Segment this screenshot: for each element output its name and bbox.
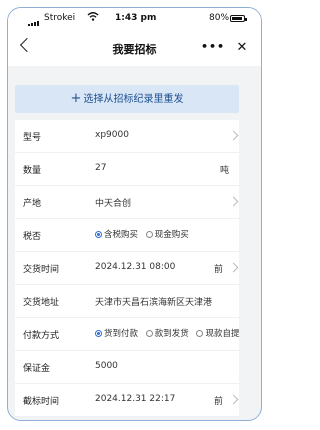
- chevron-right-icon: [228, 130, 239, 141]
- reselect-from-history-button[interactable]: + 选择从招标纪录里重发: [15, 85, 239, 113]
- battery-icon: [230, 15, 247, 22]
- radio-label: 货到付款: [104, 329, 139, 339]
- radio-unchecked-icon: [196, 330, 204, 337]
- quantity-input[interactable]: 27: [95, 163, 106, 173]
- wifi-icon: [87, 11, 99, 25]
- origin-value: 中天合创: [95, 199, 132, 209]
- tax-option-cash[interactable]: 现金购买: [145, 228, 189, 240]
- payment-option-cash-pickup[interactable]: 现款自提: [196, 327, 239, 339]
- deadline-row[interactable]: 截标时间 2024.12.31 22:17 前: [15, 384, 239, 417]
- radio-checked-icon: [95, 330, 102, 337]
- close-icon[interactable]: ✕: [230, 37, 254, 59]
- radio-unchecked-icon: [145, 231, 153, 238]
- deposit-label: 保证金: [23, 364, 51, 374]
- delivery-address-input[interactable]: 天津市天昌石滨海新区天津港: [95, 295, 212, 308]
- deadline-value: 2024.12.31 22:17: [95, 394, 176, 404]
- tax-option-included[interactable]: 含税购买: [95, 228, 138, 240]
- radio-label: 现金购买: [154, 230, 189, 240]
- model-label: 型号: [23, 133, 42, 143]
- nav-bar: 我要招标 ••• ✕: [8, 30, 261, 66]
- payment-option-prepay[interactable]: 款到发货: [145, 327, 189, 339]
- payment-label: 付款方式: [23, 331, 60, 341]
- payment-row: 付款方式 货到付款 款到发货 现款自提: [15, 318, 239, 351]
- delivery-time-suffix: 前: [214, 265, 224, 275]
- delivery-time-label: 交货时间: [23, 265, 60, 275]
- chevron-right-icon: [228, 394, 239, 405]
- carrier-name: Strokei: [44, 13, 76, 23]
- tax-row: 税否 含税购买 现金购买: [15, 219, 239, 252]
- radio-label: 款到发货: [154, 329, 189, 339]
- origin-label: 产地: [23, 199, 42, 209]
- radio-label: 含税购买: [104, 230, 139, 240]
- chevron-right-icon: [228, 196, 239, 207]
- status-bar: Strokei 1:43 pm 80%: [8, 8, 261, 30]
- radio-checked-icon: [95, 231, 102, 238]
- model-row[interactable]: 型号 xp9000: [15, 120, 239, 153]
- quantity-label: 数量: [23, 166, 42, 176]
- delivery-time-value: 2024.12.31 08:00: [95, 262, 176, 272]
- quantity-unit: 吨: [220, 166, 230, 176]
- more-icon[interactable]: •••: [200, 37, 226, 59]
- quantity-row: 数量 27 吨: [15, 153, 239, 186]
- delivery-address-label: 交货地址: [23, 298, 60, 308]
- deposit-input[interactable]: 5000: [95, 361, 118, 371]
- radio-unchecked-icon: [145, 330, 153, 337]
- tax-label: 税否: [23, 232, 42, 242]
- deadline-label: 截标时间: [23, 397, 60, 407]
- radio-label: 现款自提: [205, 329, 240, 339]
- chevron-right-icon: [228, 262, 239, 273]
- deposit-row: 保证金 5000: [15, 351, 239, 384]
- deadline-suffix: 前: [214, 397, 224, 407]
- delivery-time-row[interactable]: 交货时间 2024.12.31 08:00 前: [15, 252, 239, 285]
- mini-program-capsule: ••• ✕: [200, 37, 256, 59]
- signal-icon: [28, 16, 40, 26]
- battery-percent: 80%: [209, 13, 230, 23]
- tax-radio-group: 含税购买 现金购买: [95, 228, 194, 240]
- reselect-label: 选择从招标纪录里重发: [83, 94, 184, 105]
- plus-icon: +: [70, 91, 82, 106]
- clock: 1:43 pm: [115, 13, 157, 23]
- payment-radio-group: 货到付款 款到发货 现款自提: [95, 327, 239, 339]
- origin-row[interactable]: 产地 中天合创: [15, 186, 239, 219]
- model-value: xp9000: [95, 130, 129, 140]
- delivery-address-row: 交货地址 天津市天昌石滨海新区天津港: [15, 285, 239, 318]
- bid-form: 型号 xp9000 数量 27 吨 产地 中天合创 税否 含税购买 现金购买 交…: [15, 120, 239, 417]
- payment-option-on-delivery[interactable]: 货到付款: [95, 327, 138, 339]
